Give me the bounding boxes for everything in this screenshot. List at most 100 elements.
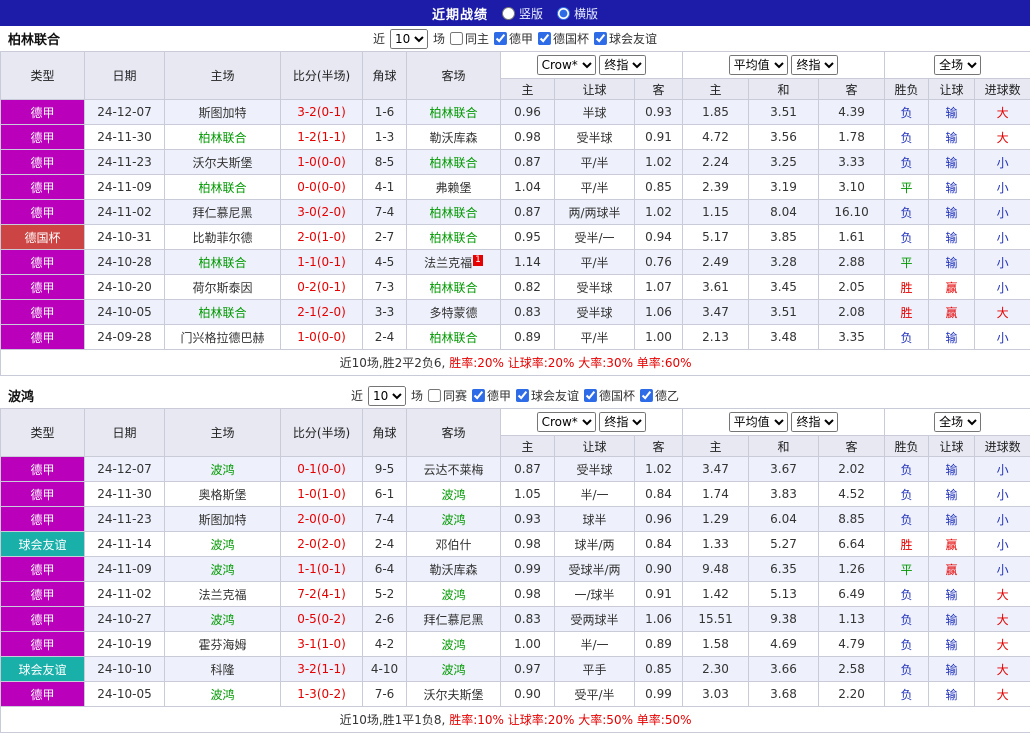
- home-team-cell[interactable]: 法兰克福: [165, 582, 281, 607]
- home-team-cell[interactable]: 柏林联合: [165, 300, 281, 325]
- away-team-cell[interactable]: 柏林联合: [407, 100, 501, 125]
- date-cell: 24-10-28: [85, 250, 165, 275]
- home-team-cell[interactable]: 奥格斯堡: [165, 482, 281, 507]
- home-team-cell[interactable]: 比勒菲尔德: [165, 225, 281, 250]
- away-team-cell[interactable]: 柏林联合: [407, 325, 501, 350]
- league-checkbox[interactable]: [594, 32, 607, 45]
- league-filter[interactable]: 球会友谊: [516, 387, 579, 404]
- euro-home-odds: 1.42: [683, 582, 749, 607]
- away-team-cell[interactable]: 拜仁慕尼黑: [407, 607, 501, 632]
- away-team-cell[interactable]: 沃尔夫斯堡: [407, 682, 501, 707]
- euro-time-select[interactable]: 终指: [791, 412, 838, 432]
- league-filter[interactable]: 德乙: [640, 387, 679, 404]
- euro-away-odds: 6.49: [819, 582, 885, 607]
- home-team-cell[interactable]: 波鸿: [165, 557, 281, 582]
- goals-result: 小: [975, 482, 1030, 507]
- league-cell: 球会友谊: [1, 532, 85, 557]
- layout-option-vertical[interactable]: 竖版: [502, 5, 543, 22]
- result-scope-select[interactable]: 全场: [934, 55, 981, 75]
- date-cell: 24-11-30: [85, 125, 165, 150]
- euro-company-select[interactable]: 平均值: [729, 55, 788, 75]
- league-checkbox[interactable]: [538, 32, 551, 45]
- league-checkbox[interactable]: [640, 389, 653, 402]
- goals-result: 大: [975, 300, 1030, 325]
- away-team-cell[interactable]: 勒沃库森: [407, 557, 501, 582]
- home-team-cell[interactable]: 霍芬海姆: [165, 632, 281, 657]
- home-team-cell[interactable]: 柏林联合: [165, 125, 281, 150]
- home-team-cell[interactable]: 波鸿: [165, 457, 281, 482]
- same-scope-filter[interactable]: 同赛: [428, 387, 467, 404]
- league-filter[interactable]: 德甲: [494, 30, 533, 47]
- away-team-cell[interactable]: 柏林联合: [407, 225, 501, 250]
- league-checkbox[interactable]: [516, 389, 529, 402]
- league-filter[interactable]: 德甲: [472, 387, 511, 404]
- euro-time-select[interactable]: 终指: [791, 55, 838, 75]
- away-team-cell[interactable]: 波鸿: [407, 507, 501, 532]
- same-scope-checkbox[interactable]: [428, 389, 441, 402]
- match-count-select[interactable]: 10: [390, 29, 428, 49]
- away-team-cell[interactable]: 柏林联合: [407, 150, 501, 175]
- away-team-cell[interactable]: 勒沃库森: [407, 125, 501, 150]
- away-team-cell[interactable]: 多特蒙德: [407, 300, 501, 325]
- away-team-cell[interactable]: 柏林联合: [407, 200, 501, 225]
- same-scope-filter[interactable]: 同主: [450, 30, 489, 47]
- layout-option-horizontal[interactable]: 横版: [557, 5, 598, 22]
- away-team-cell[interactable]: 弗赖堡: [407, 175, 501, 200]
- away-team-cell[interactable]: 波鸿: [407, 632, 501, 657]
- topbar: 近期战绩 竖版 横版: [0, 0, 1030, 26]
- result-scope-select[interactable]: 全场: [934, 412, 981, 432]
- home-team-cell[interactable]: 波鸿: [165, 682, 281, 707]
- euro-away-odds: 1.78: [819, 125, 885, 150]
- league-filter[interactable]: 德国杯: [584, 387, 635, 404]
- away-team-cell[interactable]: 邓伯什: [407, 532, 501, 557]
- vertical-radio[interactable]: [502, 7, 515, 20]
- home-team-cell[interactable]: 柏林联合: [165, 175, 281, 200]
- away-team-cell[interactable]: 法兰克福1: [407, 250, 501, 275]
- asia-home-odds: 1.00: [501, 632, 555, 657]
- home-team-cell[interactable]: 斯图加特: [165, 100, 281, 125]
- away-team-cell[interactable]: 波鸿: [407, 582, 501, 607]
- home-team-cell[interactable]: 荷尔斯泰因: [165, 275, 281, 300]
- league-filter[interactable]: 球会友谊: [594, 30, 657, 47]
- col-corner: 角球: [363, 409, 407, 457]
- wdl-result: 负: [885, 200, 929, 225]
- away-team-cell[interactable]: 波鸿: [407, 657, 501, 682]
- league-cell: 德甲: [1, 325, 85, 350]
- same-scope-checkbox[interactable]: [450, 32, 463, 45]
- euro-draw-odds: 4.69: [749, 632, 819, 657]
- asia-time-select[interactable]: 终指: [599, 55, 646, 75]
- asia-time-select[interactable]: 终指: [599, 412, 646, 432]
- date-cell: 24-11-09: [85, 557, 165, 582]
- date-cell: 24-10-20: [85, 275, 165, 300]
- away-team-cell[interactable]: 柏林联合: [407, 275, 501, 300]
- euro-company-select[interactable]: 平均值: [729, 412, 788, 432]
- league-cell: 德甲: [1, 150, 85, 175]
- score-cell: 0-0(0-0): [281, 175, 363, 200]
- league-checkbox[interactable]: [494, 32, 507, 45]
- home-team-cell[interactable]: 斯图加特: [165, 507, 281, 532]
- home-team-cell[interactable]: 波鸿: [165, 532, 281, 557]
- date-cell: 24-11-14: [85, 532, 165, 557]
- match-count-select[interactable]: 10: [368, 386, 406, 406]
- asia-away-odds: 1.00: [635, 325, 683, 350]
- away-team-cell[interactable]: 波鸿: [407, 482, 501, 507]
- asia-company-select[interactable]: Crow*: [537, 55, 596, 75]
- team-section-2: 波鸿 近 10 场 同赛 德甲球会友谊德国杯德乙 类型 日期 主场 比分(半场): [0, 383, 1030, 733]
- home-team-cell[interactable]: 拜仁慕尼黑: [165, 200, 281, 225]
- home-team-cell[interactable]: 波鸿: [165, 607, 281, 632]
- horizontal-radio[interactable]: [557, 7, 570, 20]
- matches-table: 类型 日期 主场 比分(半场) 角球 客场 Crow* 终指 平均值 终指 全场: [0, 51, 1030, 376]
- home-team-cell[interactable]: 柏林联合: [165, 250, 281, 275]
- home-team-cell[interactable]: 沃尔夫斯堡: [165, 150, 281, 175]
- asia-company-select[interactable]: Crow*: [537, 412, 596, 432]
- league-checkbox[interactable]: [584, 389, 597, 402]
- match-row: 德甲24-10-05柏林联合2-1(2-0)3-3多特蒙德0.83受半球1.06…: [1, 300, 1030, 325]
- home-team-cell[interactable]: 门兴格拉德巴赫: [165, 325, 281, 350]
- score-cell: 1-2(1-1): [281, 125, 363, 150]
- league-checkbox[interactable]: [472, 389, 485, 402]
- euro-home-odds: 4.72: [683, 125, 749, 150]
- away-team-cell[interactable]: 云达不莱梅: [407, 457, 501, 482]
- home-team-cell[interactable]: 科隆: [165, 657, 281, 682]
- wdl-result: 负: [885, 225, 929, 250]
- league-filter[interactable]: 德国杯: [538, 30, 589, 47]
